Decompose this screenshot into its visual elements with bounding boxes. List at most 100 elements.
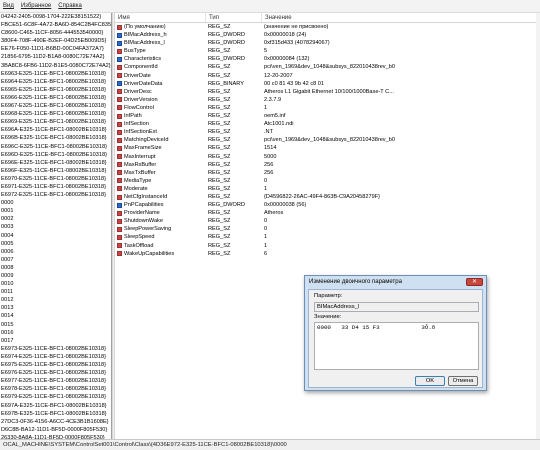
tree-node[interactable]: 380F4-708F-490E-B2EF-04D25EB009D5}	[0, 37, 111, 45]
tree-node[interactable]: E6975-E325-11CE-BFC1-08002BE10318}	[0, 361, 111, 369]
binary-value-icon	[117, 56, 122, 62]
tree-node[interactable]: E6970-E325-11CE-BFC1-08002BE10318}	[0, 175, 111, 183]
menu-help[interactable]: Справка	[58, 3, 82, 9]
tree-node[interactable]: D6C8B-BA12-11D1-BF5D-0000F805F530}	[0, 426, 111, 434]
tree-node[interactable]: E6969-E325-11CE-BFC1-08002BE10318}	[0, 118, 111, 126]
hex-editor[interactable]: 0000 33 D4 15 F3 3Ô.õ	[314, 322, 479, 370]
tree-node[interactable]: C8600-C465-11CF-8056-444553540000}	[0, 29, 111, 37]
string-value-icon	[117, 105, 122, 111]
tree-node[interactable]: 0011	[0, 288, 111, 296]
tree-node[interactable]: 0015	[0, 321, 111, 329]
value-row[interactable]: MediaType REG_SZ 0	[115, 177, 540, 185]
value-row[interactable]: BIMacAddress_l REG_DWORD 0xf315d433 (40782…	[115, 39, 540, 47]
value-row[interactable]: InfSectionExt REG_SZ .NT	[115, 128, 540, 136]
tree-node[interactable]: 0006	[0, 248, 111, 256]
value-row[interactable]: BusType REG_SZ 5	[115, 47, 540, 55]
dialog-titlebar[interactable]: Изменение двоичного параметра ✕	[305, 276, 486, 289]
tree-node[interactable]: 0009	[0, 272, 111, 280]
cancel-button[interactable]: Отмена	[448, 376, 478, 386]
tree-node[interactable]: FBCE51-6C8F-4A72-BA6D-854C2B4FC835}	[0, 21, 111, 29]
tree-node[interactable]: E6963-E325-11CE-BFC1-08002BE10318}	[0, 70, 111, 78]
tree-node[interactable]: E697A-E325-11CE-BFC1-08002BE10318}	[0, 402, 111, 410]
value-type: REG_SZ	[208, 161, 231, 168]
tree-node[interactable]: 04242-2405-0098-1704-222E38151522}	[0, 13, 111, 21]
value-row[interactable]: MatchingDeviceId REG_SZ pci\ven_1969&dev_1…	[115, 136, 540, 144]
tree-node[interactable]: E6965-E325-11CE-BFC1-08002BE10318}	[0, 86, 111, 94]
tree-node[interactable]: E697B-E325-11CE-BFC1-08002BE10318}	[0, 410, 111, 418]
value-row[interactable]: PnPCapabilities REG_DWORD 0x00000038 (56)	[115, 201, 540, 209]
value-row[interactable]: Moderate REG_SZ 1	[115, 185, 540, 193]
value-row[interactable]: ProviderName REG_SZ Atheros	[115, 209, 540, 217]
tree-node[interactable]: E6966-E325-11CE-BFC1-08002BE10318}	[0, 94, 111, 102]
registry-tree[interactable]: 04242-2405-0098-1704-222E38151522} FBCE51…	[0, 13, 112, 439]
value-row[interactable]: BIMacAddress_h REG_DWORD 0x00000018 (24)	[115, 31, 540, 39]
tree-node[interactable]: 0016	[0, 329, 111, 337]
tree-node[interactable]: 0013	[0, 304, 111, 312]
tree-node[interactable]: 0007	[0, 256, 111, 264]
tree-node[interactable]: E696A-E325-11CE-BFC1-08002BE10318}	[0, 126, 111, 134]
column-header-name[interactable]: Имя	[115, 13, 206, 22]
value-row[interactable]: SleepSpeed REG_SZ 1	[115, 233, 540, 241]
value-name-cell: FlowControl	[115, 104, 206, 112]
value-row[interactable]: ComponentId REG_SZ pci\ven_1969&dev_1048&s…	[115, 63, 540, 71]
value-row[interactable]: Characteristics REG_DWORD 0x00000084 (132)	[115, 55, 540, 63]
tree-node[interactable]: E6976-E325-11CE-BFC1-08002BE10318}	[0, 369, 111, 377]
value-row[interactable]: InfSection REG_SZ Atc1001.ndi	[115, 120, 540, 128]
column-header-type[interactable]: Тип	[206, 13, 262, 22]
tree-node[interactable]: E6967-E325-11CE-BFC1-08002BE10318}	[0, 102, 111, 110]
menu-favorites[interactable]: Избранное	[21, 3, 51, 9]
tree-node[interactable]: E6974-E325-11CE-BFC1-08002BE10318}	[0, 353, 111, 361]
value-row[interactable]: WakeUpCapabilities REG_SZ 6	[115, 250, 540, 258]
tree-node[interactable]: E6968-E325-11CE-BFC1-08002BE10318}	[0, 110, 111, 118]
tree-node[interactable]: E696D-E325-11CE-BFC1-08002BE10318}	[0, 151, 111, 159]
tree-node[interactable]: 0002	[0, 215, 111, 223]
tree-node[interactable]: 0012	[0, 296, 111, 304]
tree-node[interactable]: 0004	[0, 232, 111, 240]
tree-node[interactable]: 0003	[0, 223, 111, 231]
value-row[interactable]: InfPath REG_SZ oem5.inf	[115, 112, 540, 120]
value-row[interactable]: DriverDesc REG_SZ Atheros L1 Gigabit Ether…	[115, 88, 540, 96]
value-row[interactable]: ShutdownWake REG_SZ 0	[115, 217, 540, 225]
tree-node[interactable]: E6978-E325-11CE-BFC1-08002BE10318}	[0, 385, 111, 393]
tree-node[interactable]: E6972-E325-11CE-BFC1-08002BE10318}	[0, 191, 111, 199]
value-row[interactable]: NetCfgInstanceId REG_SZ {D4596822-26AC-49F…	[115, 193, 540, 201]
value-row[interactable]: MaxRxBuffer REG_SZ 256	[115, 161, 540, 169]
tree-node[interactable]: 0008	[0, 264, 111, 272]
tree-node[interactable]: E6979-E325-11CE-BFC1-08002BE10318}	[0, 393, 111, 401]
menu-view[interactable]: Вид	[3, 3, 14, 9]
ok-button[interactable]: OK	[415, 376, 445, 386]
tree-node[interactable]: E696E-E325-11CE-BFC1-08002BE10318}	[0, 159, 111, 167]
tree-node[interactable]: 0014	[0, 312, 111, 320]
column-header-value[interactable]: Значение	[262, 13, 540, 22]
tree-node[interactable]: E6971-E325-11CE-BFC1-08002BE10318}	[0, 183, 111, 191]
tree-node[interactable]: 0017	[0, 337, 111, 345]
tree-node[interactable]: 0000	[0, 199, 111, 207]
tree-node[interactable]: 0010	[0, 280, 111, 288]
value-row[interactable]: DriverDate REG_SZ 12-20-2007	[115, 72, 540, 80]
tree-node[interactable]: 0001	[0, 207, 111, 215]
value-row[interactable]: DriverVersion REG_SZ 2.3.7.9	[115, 96, 540, 104]
value-row[interactable]: MaxInterrupt REG_SZ 5000	[115, 153, 540, 161]
tree-node[interactable]: E6977-E325-11CE-BFC1-08002BE10318}	[0, 377, 111, 385]
value-row[interactable]: TaskOffload REG_SZ 1	[115, 242, 540, 250]
value-row[interactable]: MaxTxBuffer REG_SZ 256	[115, 169, 540, 177]
value-row[interactable]: FlowControl REG_SZ 1	[115, 104, 540, 112]
tree-node[interactable]: 21856-6795-11D2-B1A8-0080C72E74A2}	[0, 53, 111, 61]
tree-node[interactable]: E6964-E325-11CE-BFC1-08002BE10318}	[0, 78, 111, 86]
tree-node[interactable]: E696C-E325-11CE-BFC1-08002BE10318}	[0, 143, 111, 151]
tree-node[interactable]: E696B-E325-11CE-BFC1-08002BE10318}	[0, 134, 111, 142]
close-icon[interactable]: ✕	[466, 278, 483, 286]
value-row[interactable]: DriverDateData REG_BINARY 00 c0 81 43 9b 4…	[115, 80, 540, 88]
tree-node[interactable]: E696F-E325-11CE-BFC1-08002BE10318}	[0, 167, 111, 175]
dialog-client: Параметр: BIMacAddress_l Значение: 0000 …	[308, 289, 483, 388]
value-row[interactable]: MaxFrameSize REG_SZ 1514	[115, 144, 540, 152]
tree-node[interactable]: E6973-E325-11CE-BFC1-08002BE10318}	[0, 345, 111, 353]
value-type: REG_SZ	[208, 250, 231, 257]
value-row[interactable]: SleepPowerSaving REG_SZ 0	[115, 225, 540, 233]
tree-node[interactable]: 0005	[0, 240, 111, 248]
tree-node[interactable]: EE76-F050-11D1-B6BD-00C04FA372A7}	[0, 45, 111, 53]
tree-node[interactable]: 3BA8C8-6FB6-11D2-B1E5-0080C72E74A2}	[0, 62, 111, 70]
tree-node[interactable]: 27DC3-0F36-4156-A6CC-4CE3B1B1608E}	[0, 418, 111, 426]
value-row[interactable]: (По умолчанию) REG_SZ (значение не присвое…	[115, 23, 540, 31]
vertical-scrollbar[interactable]	[536, 13, 540, 439]
